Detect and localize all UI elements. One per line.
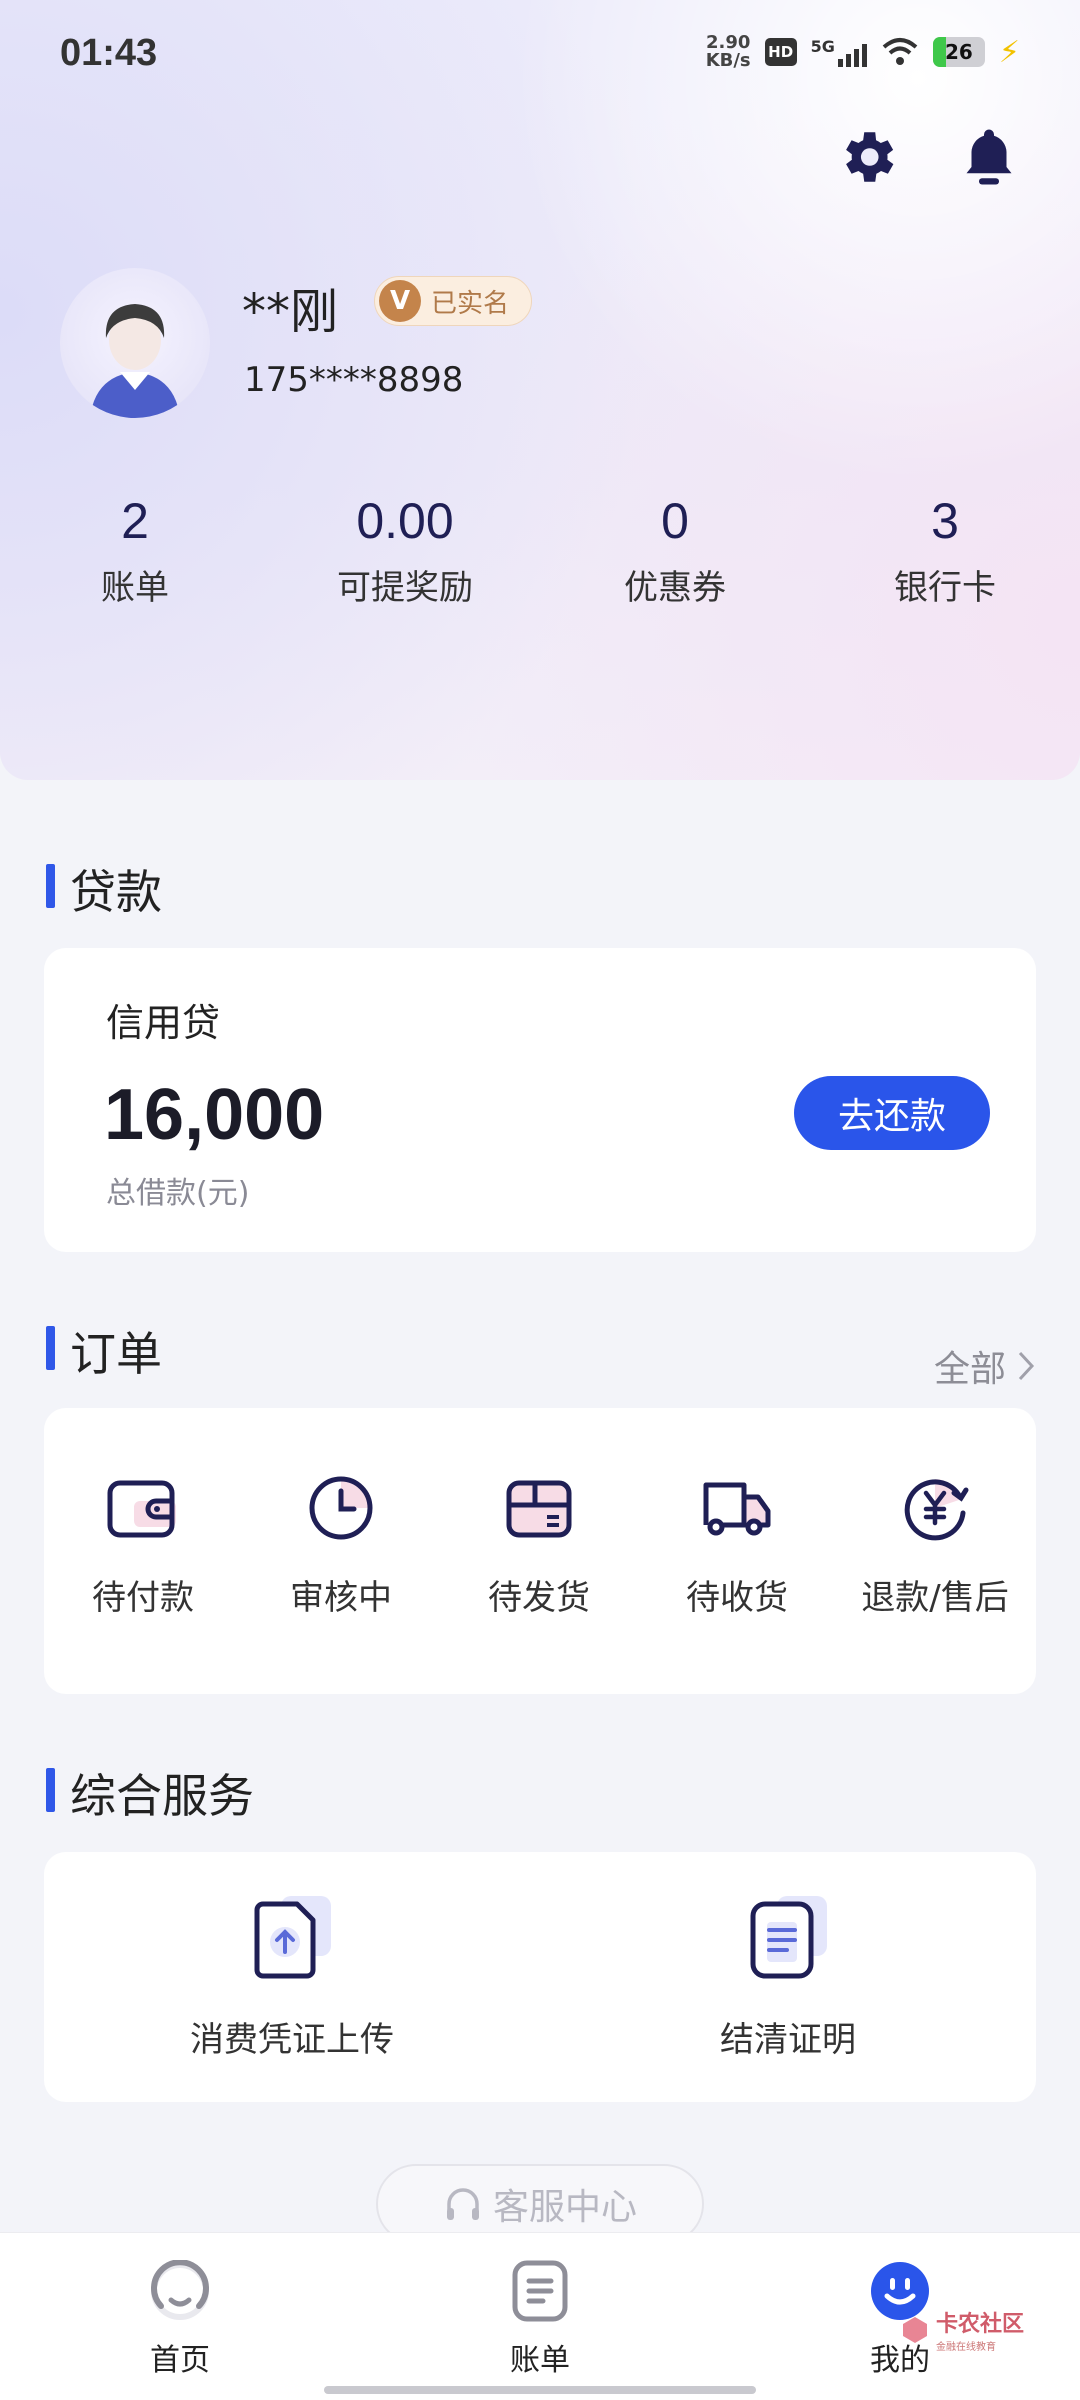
loan-amount-label: 总借款(元) <box>106 1176 250 1211</box>
service-settlement-certificate[interactable]: 结清证明 <box>540 1892 1036 2061</box>
package-icon <box>499 1468 579 1548</box>
verified-v-icon: V <box>379 280 421 322</box>
status-time: 01:43 <box>60 32 158 74</box>
headset-icon <box>446 2188 479 2220</box>
bill-icon <box>508 2259 572 2323</box>
see-all-orders-link[interactable]: 全部 <box>934 1340 1036 1392</box>
nav-bills[interactable]: 账单 <box>360 2233 720 2400</box>
clock-icon <box>301 1468 381 1548</box>
home-icon <box>148 2259 212 2323</box>
status-icons: 2.90 KB/s HD 5G 26 ⚡ <box>706 34 1020 70</box>
service-label: 结清证明 <box>720 2020 856 2060</box>
verified-badge: V 已实名 <box>374 276 533 326</box>
stat-label: 账单 <box>101 568 169 608</box>
settings-gear-icon[interactable] <box>832 122 902 192</box>
truck-icon <box>697 1468 777 1548</box>
stat-label: 可提奖励 <box>337 568 473 608</box>
battery-level: 26 <box>945 40 973 64</box>
order-under-review[interactable]: 审核中 <box>242 1468 440 1619</box>
certificate-document-icon <box>743 1892 833 1982</box>
stat-bills[interactable]: 2 账单 <box>0 492 270 609</box>
charging-icon: ⚡ <box>998 34 1020 70</box>
stat-value: 2 <box>121 493 149 549</box>
order-label: 审核中 <box>290 1578 392 1618</box>
network-speed-unit: KB/s <box>705 50 751 71</box>
order-awaiting-receipt[interactable]: 待收货 <box>638 1468 836 1619</box>
order-pending-payment[interactable]: 待付款 <box>44 1468 242 1619</box>
repay-button[interactable]: 去还款 <box>794 1076 990 1150</box>
home-indicator[interactable] <box>324 2386 756 2394</box>
notification-bell-icon[interactable] <box>954 122 1024 192</box>
watermark-subtext: 金融在线教育 <box>936 2342 996 2353</box>
user-phone: 175****8898 <box>244 360 464 400</box>
stat-value: 3 <box>931 493 959 549</box>
verified-label: 已实名 <box>431 288 510 319</box>
wifi-icon <box>882 38 918 65</box>
signal-label: 5G <box>810 37 835 56</box>
loan-section-title: 贷款 <box>46 856 162 922</box>
stat-label: 银行卡 <box>894 568 996 608</box>
stat-bank-cards[interactable]: 3 银行卡 <box>810 492 1080 609</box>
cellular-signal-icon: 5G <box>811 37 867 67</box>
see-all-label: 全部 <box>933 1349 1006 1390</box>
order-label: 待发货 <box>488 1578 590 1618</box>
order-refund-after-sales[interactable]: 退款/售后 <box>836 1468 1034 1619</box>
watermark-text: 卡农社区 <box>936 2312 1025 2337</box>
orders-card: 待付款 审核中 待发货 待收货 退款/售后 <box>44 1408 1036 1694</box>
nav-label: 首页 <box>150 2343 210 2378</box>
stat-rewards[interactable]: 0.00 可提奖励 <box>270 492 540 609</box>
service-section-title: 综合服务 <box>46 1760 254 1826</box>
battery-icon: 26 <box>932 37 985 67</box>
order-label: 待收货 <box>686 1578 788 1618</box>
chevron-right-icon <box>1018 1351 1035 1381</box>
watermark-logo: 卡农社区 金融在线教育 <box>900 2306 1024 2353</box>
upload-document-icon <box>247 1892 337 1982</box>
avatar[interactable] <box>60 268 210 418</box>
stat-value: 0.00 <box>356 493 454 549</box>
stat-value: 0 <box>661 493 689 549</box>
customer-service-label: 客服中心 <box>492 2187 637 2228</box>
account-stats: 2 账单 0.00 可提奖励 0 优惠券 3 银行卡 <box>0 492 1080 609</box>
loan-total-amount: 16,000 <box>104 1075 325 1155</box>
nav-label: 账单 <box>510 2343 570 2378</box>
loan-card[interactable]: 信用贷 16,000 总借款(元) 去还款 <box>44 948 1036 1252</box>
header-actions <box>832 122 1024 192</box>
service-upload-receipt[interactable]: 消费凭证上传 <box>44 1892 540 2061</box>
status-bar: 01:43 2.90 KB/s HD 5G 26 ⚡ <box>0 0 1080 110</box>
nav-home[interactable]: 首页 <box>0 2233 360 2400</box>
services-card: 消费凭证上传 结清证明 <box>44 1852 1036 2102</box>
service-label: 消费凭证上传 <box>190 2020 394 2060</box>
user-name: **刚 <box>242 284 339 340</box>
stat-label: 优惠券 <box>624 568 726 608</box>
order-awaiting-shipment[interactable]: 待发货 <box>440 1468 638 1619</box>
stat-coupons[interactable]: 0 优惠券 <box>540 492 810 609</box>
loan-product-name: 信用贷 <box>106 1001 221 1045</box>
network-speed: 2.90 KB/s <box>706 34 751 70</box>
hd-icon: HD <box>764 38 797 66</box>
order-label: 退款/售后 <box>861 1578 1009 1618</box>
wallet-icon <box>103 1468 183 1548</box>
order-section-title: 订单 <box>46 1318 162 1384</box>
yuan-refund-icon <box>895 1468 975 1548</box>
watermark-icon <box>903 2316 927 2343</box>
order-label: 待付款 <box>92 1578 194 1618</box>
